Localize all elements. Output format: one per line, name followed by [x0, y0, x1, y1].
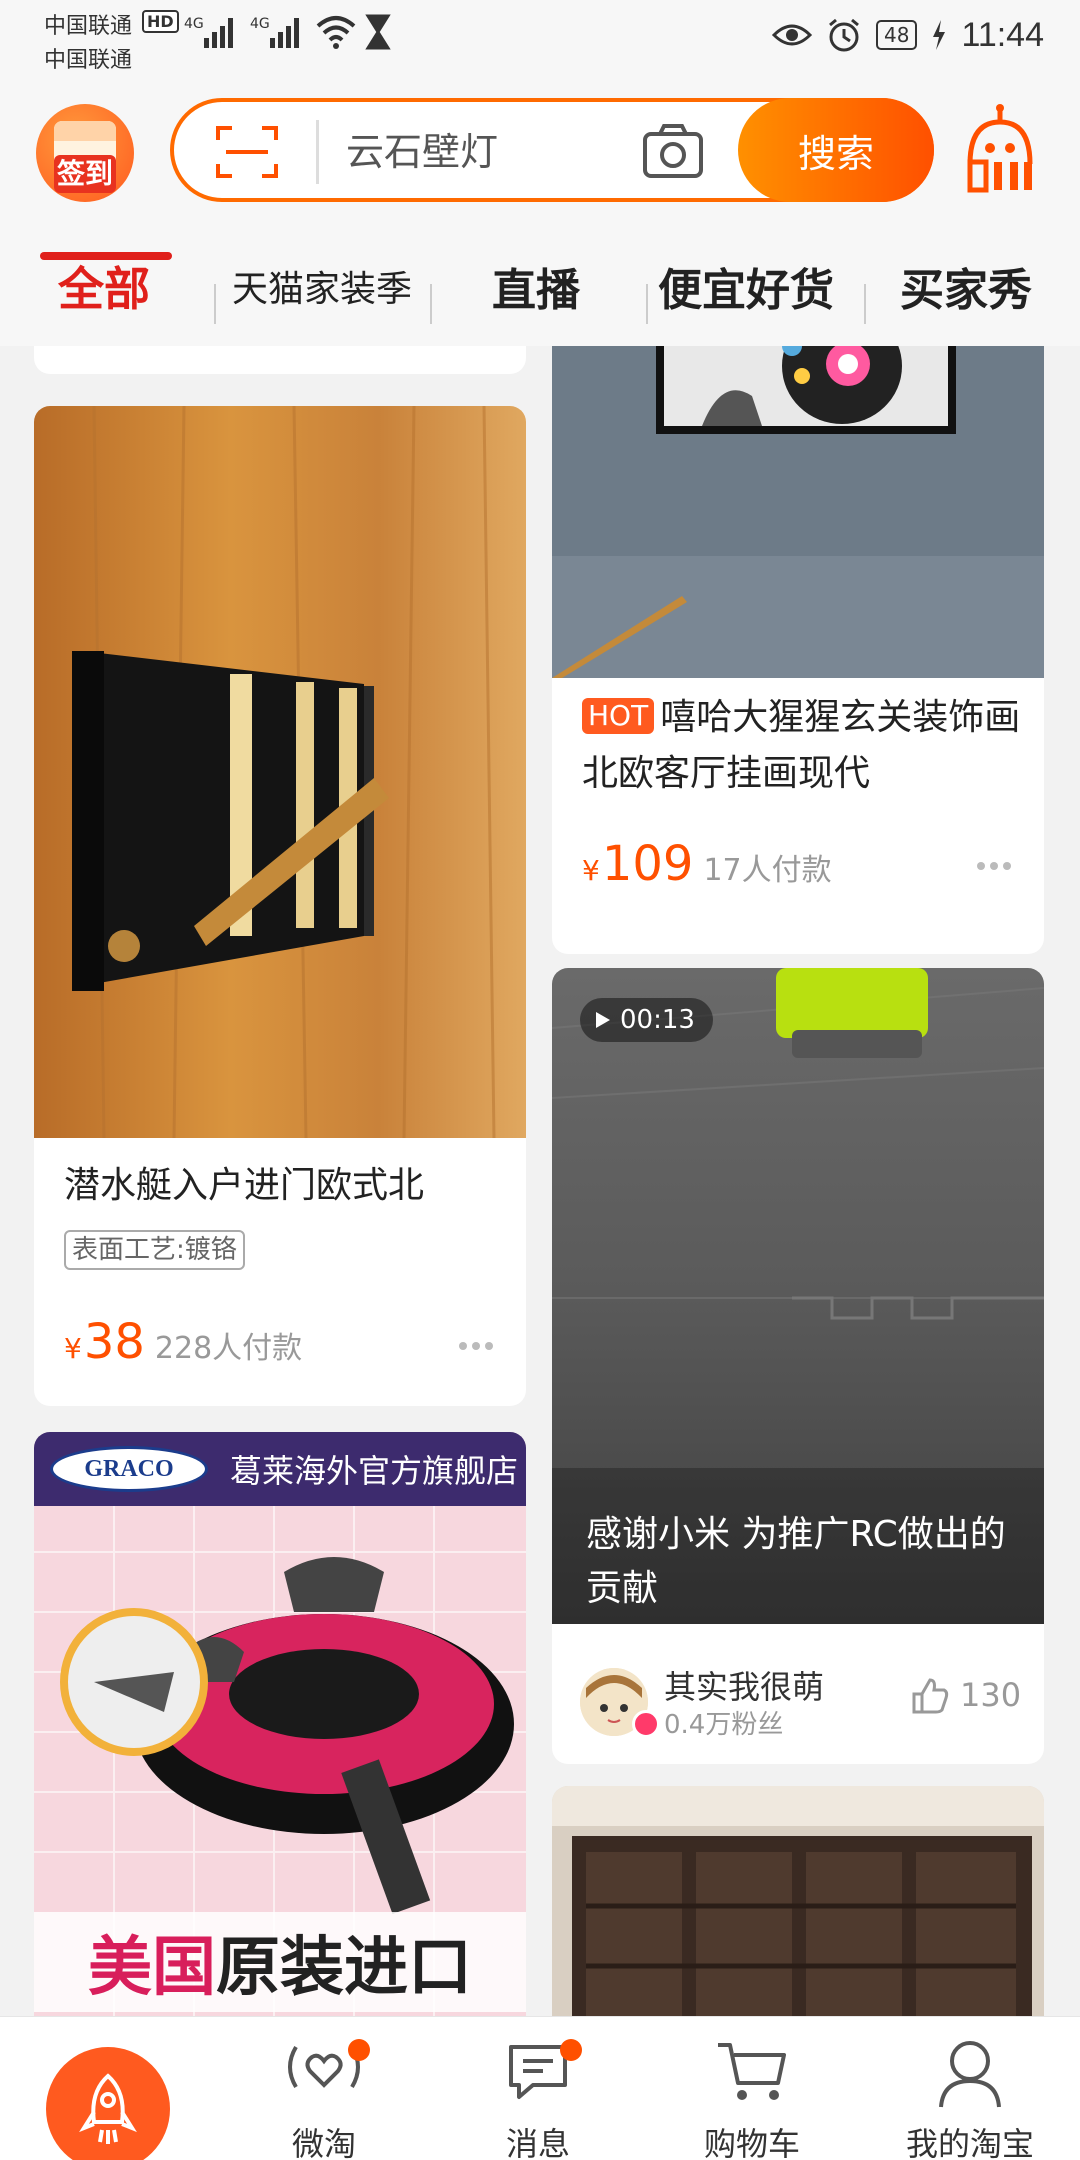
- nav-label: 我的淘宝: [905, 2125, 1034, 2160]
- network-type-label: 4G: [184, 16, 204, 32]
- video-card[interactable]: 00:13 感谢小米 为推广RC做出的贡献 其实我很萌 0.4万粉丝 130: [552, 968, 1044, 1764]
- nav-cart[interactable]: 购物车: [662, 2029, 842, 2160]
- rocket-icon: [79, 2073, 137, 2144]
- like-count: 130: [960, 1676, 1022, 1714]
- promo-text-highlight: 美国: [88, 1931, 216, 2005]
- store-banner: GRACO 葛莱海外官方旗舰店: [34, 1432, 526, 1506]
- carrier-label-2: 中国联通: [44, 48, 133, 73]
- like-icon[interactable]: [910, 1676, 950, 1716]
- product-title: 潜水艇入户进门欧式北: [64, 1165, 425, 1206]
- product-image-cabinet: [552, 1786, 1044, 2016]
- tab-all[interactable]: 全部: [58, 236, 150, 336]
- hot-badge: HOT: [582, 698, 655, 734]
- currency-symbol: ¥: [64, 1332, 82, 1365]
- header: 签到 云石壁灯 搜索 全部 天猫家装季 直播 便宜好货 买家秀: [0, 86, 1080, 346]
- product-card-painting[interactable]: HOT 嘻哈大猩猩玄关装饰画北欧客厅挂画现代 ¥ 109 17人付款: [552, 346, 1044, 954]
- more-options-icon[interactable]: [458, 1341, 494, 1351]
- notification-dot: [348, 2039, 370, 2061]
- price-row: ¥ 109 17人付款: [582, 836, 832, 892]
- verified-badge-icon: [632, 1710, 660, 1738]
- charging-icon: [933, 20, 946, 50]
- alarm-icon: [829, 18, 859, 52]
- wifi-icon: [316, 16, 356, 49]
- tab-tmall-home[interactable]: 天猫家装季: [232, 236, 412, 336]
- product-title: HOT 嘻哈大猩猩玄关装饰画北欧客厅挂画现代: [582, 690, 1022, 802]
- active-tab-indicator: [40, 252, 172, 260]
- signin-button[interactable]: 签到: [36, 104, 134, 202]
- tab-cheap-goods[interactable]: 便宜好货: [658, 236, 834, 336]
- nav-label: 微淘: [291, 2125, 356, 2160]
- search-divider: [316, 120, 319, 184]
- promo-text: 原装进口: [216, 1931, 472, 2005]
- nav-messages[interactable]: 消息: [448, 2029, 628, 2160]
- status-bar: 中国联通 中国联通 HD 4G 4G 48 11:44: [0, 0, 1080, 86]
- price-value: 38: [83, 1314, 145, 1370]
- carrier-label: 中国联通: [44, 14, 133, 39]
- video-caption: 感谢小米 为推广RC做出的贡献: [586, 1514, 1006, 1609]
- clock: 11:44: [961, 15, 1044, 54]
- sold-count: 17人付款: [703, 853, 832, 888]
- product-image-coat-hook: [34, 406, 526, 1138]
- nav-my-taobao[interactable]: 我的淘宝: [880, 2029, 1060, 2160]
- price-row: ¥ 38 228人付款: [64, 1314, 302, 1370]
- notification-dot: [560, 2039, 582, 2061]
- nav-home-button[interactable]: [46, 2047, 170, 2160]
- sold-count: 228人付款: [154, 1331, 303, 1366]
- camera-icon[interactable]: [642, 120, 704, 182]
- profile-icon: [939, 2041, 1001, 2108]
- status-right: 48 11:44: [771, 10, 1044, 60]
- bottom-nav: 微淘 消息 购物车 我的淘宝: [0, 2016, 1080, 2160]
- assistant-robot-icon[interactable]: [960, 104, 1040, 194]
- play-icon: [596, 1012, 610, 1028]
- price-value: 109: [601, 836, 694, 892]
- nav-weitao[interactable]: 微淘: [234, 2029, 414, 2160]
- product-card-partial[interactable]: [34, 346, 526, 374]
- network-type-label-2: 4G: [250, 16, 270, 32]
- eye-icon: [771, 24, 812, 46]
- product-card-cabinet[interactable]: [552, 1786, 1044, 2016]
- product-card-car-seat[interactable]: GRACO 葛莱海外官方旗舰店 美国 原装进口: [34, 1432, 526, 2016]
- signal-icon-2: 4G: [250, 16, 299, 48]
- product-feed: 潜水艇入户进门欧式北 表面工艺:镀铬 ¥ 38 228人付款 GRACO 葛莱海…: [0, 346, 1080, 2016]
- battery-indicator: 48: [875, 20, 918, 50]
- signin-label: 签到: [54, 155, 116, 193]
- store-name: 葛莱海外官方旗舰店: [230, 1452, 519, 1490]
- search-button[interactable]: 搜索: [738, 98, 934, 202]
- signal-icon: 4G: [184, 16, 233, 48]
- search-bar[interactable]: 云石壁灯 搜索: [170, 98, 934, 202]
- search-input[interactable]: 云石壁灯: [346, 124, 498, 180]
- tab-separator: [430, 284, 432, 324]
- product-card-coat-hook[interactable]: 潜水艇入户进门欧式北 表面工艺:镀铬 ¥ 38 228人付款: [34, 406, 526, 1406]
- hourglass-icon: [365, 14, 391, 50]
- tab-buyer-show[interactable]: 买家秀: [900, 236, 1032, 336]
- video-duration: 00:13: [620, 1005, 695, 1035]
- nav-label: 消息: [505, 2125, 570, 2160]
- tab-separator: [214, 284, 216, 324]
- more-options-icon[interactable]: [976, 861, 1012, 871]
- brand-logo: GRACO: [50, 1446, 208, 1492]
- nav-label: 购物车: [703, 2125, 800, 2160]
- tab-separator: [646, 284, 648, 324]
- video-duration-badge: 00:13: [580, 998, 713, 1042]
- author-fans: 0.4万粉丝: [664, 1710, 784, 1740]
- cart-icon: [718, 2043, 786, 2100]
- product-image-painting: [552, 346, 1044, 678]
- spec-tag: 表面工艺:镀铬: [64, 1230, 245, 1270]
- hd-badge: HD: [142, 10, 179, 33]
- author-name[interactable]: 其实我很萌: [664, 1662, 824, 1708]
- tab-separator: [864, 284, 866, 324]
- currency-symbol: ¥: [582, 854, 600, 887]
- promo-banner: 美国 原装进口: [34, 1912, 526, 2012]
- tab-live[interactable]: 直播: [492, 236, 580, 336]
- signin-card-icon: 签到: [54, 121, 116, 193]
- scan-icon[interactable]: [216, 124, 278, 180]
